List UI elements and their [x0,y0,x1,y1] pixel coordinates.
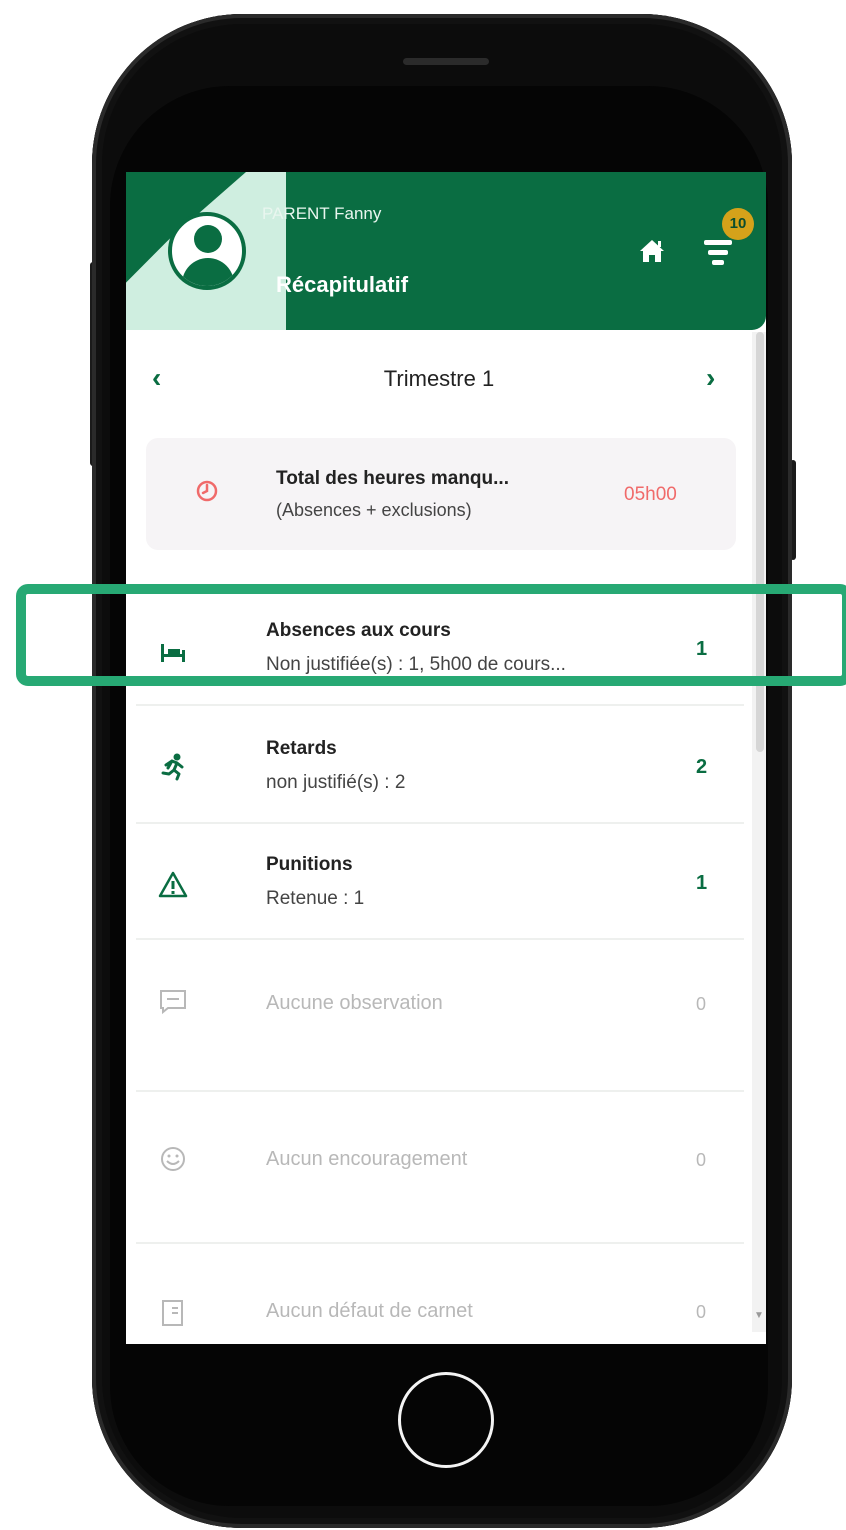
list-item-observations[interactable]: Aucune observation 0 [136,956,744,1076]
smiley-icon [161,1147,185,1171]
phone-speaker [403,58,489,65]
avatar[interactable] [168,212,246,290]
row-subtitle: non justifié(s) : 2 [266,772,406,793]
total-missed-hours-card[interactable]: Total des heures manqu... (Absences + ex… [146,438,736,550]
row-title: Aucun défaut de carnet [266,1300,473,1322]
clock-icon [196,480,218,502]
phone-home-button[interactable] [398,1372,494,1468]
list-item-punitions[interactable]: Punitions Retenue : 1 1 [136,840,744,928]
row-count: 0 [696,1302,707,1322]
list-item-encouragements[interactable]: Aucun encouragement 0 [136,1110,744,1230]
divider [136,938,744,940]
running-person-icon [161,753,184,781]
row-count: 0 [696,1150,707,1170]
period-navigation: ‹ Trimestre 1 › [126,358,752,398]
row-title: Punitions [266,854,353,875]
divider [136,822,744,824]
scroll-down-icon[interactable]: ▼ [754,1310,764,1321]
total-value: 05h00 [624,484,677,505]
app-screen: PARENT Fanny Récapitulatif 10 ‹ Trimestr… [126,172,766,1344]
app-header: PARENT Fanny Récapitulatif 10 [126,172,766,330]
row-count: 1 [696,872,708,894]
next-period-button[interactable]: › [706,360,715,396]
home-icon[interactable] [638,238,666,264]
period-title: Trimestre 1 [383,366,495,391]
highlight-box [16,584,846,686]
total-subtitle: (Absences + exclusions) [276,500,472,520]
divider [136,1090,744,1092]
notebook-icon [162,1300,183,1326]
page-title: Récapitulatif [276,272,409,297]
total-title: Total des heures manqu... [276,468,509,489]
row-subtitle: Retenue : 1 [266,888,365,909]
row-title: Aucun encouragement [266,1148,468,1170]
row-count: 2 [696,756,708,778]
scrollbar-thumb[interactable] [756,332,764,752]
comment-icon [160,990,186,1015]
row-count: 0 [696,994,707,1014]
notification-badge[interactable]: 10 [722,208,754,240]
list-item-retards[interactable]: Retards non justifié(s) : 2 2 [136,724,744,812]
row-title: Aucune observation [266,992,443,1014]
row-title: Retards [266,738,337,759]
divider [136,1242,744,1244]
divider [136,704,744,706]
user-name: PARENT Fanny [262,204,382,223]
list-item-carnet[interactable]: Aucun défaut de carnet 0 [136,1268,744,1344]
warning-icon [158,871,188,898]
